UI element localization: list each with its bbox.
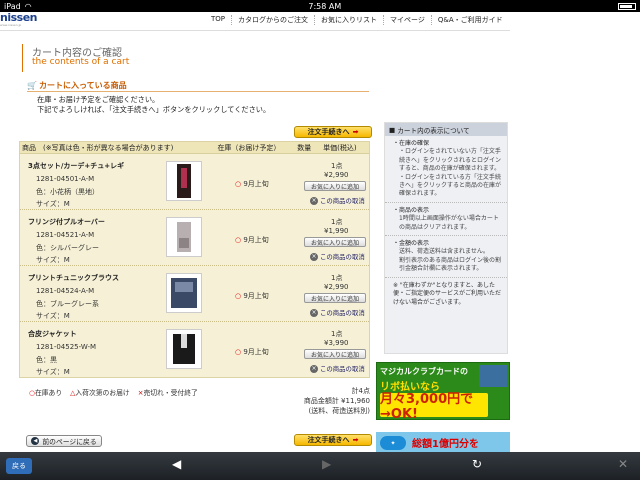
reload-icon[interactable]: ↻ [472,457,482,471]
in-stock-icon: ○ [235,180,242,188]
cart-totals: 計4点 商品金額計 ¥11,960 (送料、荷造送料別) [303,387,370,415]
table-row: プリントチュニックブラウス 1281-04524-A-M 色：ブルーグレー系 サ… [20,267,369,322]
sidebar-header: ■ カート内の表示について [385,123,507,136]
proceed-to-order-button[interactable]: 注文手続きへ ➡ [294,126,372,138]
battery-icon [617,2,636,10]
back-arrow-icon: ◀ [31,437,40,445]
status-bar: iPad ◠ 7:58 AM [0,0,640,12]
back-button[interactable]: ◀ 前のページに戻る [26,435,102,447]
top-nav: TOP カタログからのご注文 お気に入りリスト マイページ Q&A・ご利用ガイド [205,15,509,25]
in-stock-icon: ○ [235,292,242,300]
nav-top[interactable]: TOP [205,15,231,25]
section-divider [27,91,369,92]
product-name[interactable]: 3点セット/カーデ+チュ+レギ [28,161,124,171]
in-stock-icon: ○ [235,348,242,356]
add-to-favorites-button[interactable]: お気に入りに追加 [304,349,366,359]
forward-arrow-icon[interactable]: ▶ [322,457,331,471]
table-row: フリンジ付プルオーバー 1281-04521-A-M 色：シルバーグレー サイズ… [20,211,369,266]
product-name[interactable]: フリンジ付プルオーバー [28,217,105,227]
section-title: 🛒 カートに入っている商品 [27,81,127,90]
campaign-banner[interactable]: ✦ 総額1億円分を [376,432,510,454]
add-to-favorites-button[interactable]: お気に入りに追加 [304,237,366,247]
table-row: 合皮ジャケット 1281-04525-W-M 色：黒 サイズ：M ○ 9月上旬 … [28,329,366,376]
header-divider [0,30,510,31]
add-to-favorites-button[interactable]: お気に入りに追加 [304,293,366,303]
wifi-icon: ◠ [24,1,32,11]
back-arrow-icon[interactable]: ◀ [172,457,181,471]
browser-toolbar: 戻る ◀ ▶ ↻ ✕ [0,452,640,480]
nav-favorites[interactable]: お気に入りリスト [314,15,383,25]
proceed-to-order-button-bottom[interactable]: 注文手続きへ ➡ [294,434,372,446]
card-promo-banner[interactable]: マジカルクラブカードの リボ払いなら 月々3,000円で→OK! [376,362,510,422]
close-icon: × [310,196,318,205]
banner-image [479,365,507,387]
cart-icon: 🛒 [27,81,37,90]
title-accent-line [22,44,23,72]
nissen-logo[interactable]: nissen www.nissen.jp [0,12,44,30]
close-icon: × [310,364,318,373]
nav-mypage[interactable]: マイページ [383,15,431,25]
product-thumbnail[interactable] [166,217,202,257]
add-to-favorites-button[interactable]: お気に入りに追加 [304,181,366,191]
product-name[interactable]: 合皮ジャケット [28,329,77,339]
product-thumbnail[interactable] [166,273,202,313]
page-subtitle: the contents of a cart [32,57,130,67]
remove-item-link[interactable]: × この商品の取消 [310,196,365,205]
back-home-button[interactable]: 戻る [6,458,32,474]
nav-qa-guide[interactable]: Q&A・ご利用ガイド [430,15,509,25]
stock-legend: ○在庫あり △入荷次第のお届け ×売切れ・受付終了 [29,389,198,397]
arrow-right-icon: ➡ [352,436,359,444]
product-thumbnail[interactable] [166,329,202,369]
device-label: iPad [4,1,21,11]
sidebar-note: ※ "在庫わずか"となりますと、あした便・ご指定便のサービスがご利用いただけない… [393,281,502,306]
close-icon[interactable]: ✕ [618,457,628,471]
remove-item-link[interactable]: × この商品の取消 [310,308,365,317]
remove-item-link[interactable]: × この商品の取消 [310,364,365,373]
product-thumbnail[interactable] [166,161,202,201]
remove-item-link[interactable]: × この商品の取消 [310,252,365,261]
intro-text: 在庫・お届け予定をご確認ください。 下記でよろしければ、「注文手続きへ」ボタンを… [37,95,271,114]
close-icon: × [310,252,318,261]
product-name[interactable]: プリントチュニックブラウス [28,273,119,283]
arrow-right-icon: ➡ [352,128,359,136]
table-row: 3点セット/カーデ+チュ+レギ 1281-04501-A-M 色：小花柄（黒地）… [20,155,369,210]
table-header: 商品 (※写真は色・形が異なる場合があります) 在庫（お届け予定） 数量 単価(… [20,142,369,154]
square-icon: ■ [389,125,396,134]
campaign-logo-icon: ✦ [380,436,406,450]
clock: 7:58 AM [308,1,342,11]
cart-info-sidebar: ■ カート内の表示について ・在庫の確保 ・ログインをされていない方「注文手続き… [384,122,508,354]
cart-table: 商品 (※写真は色・形が異なる場合があります) 在庫（お届け予定） 数量 単価(… [19,141,370,378]
nav-catalog-order[interactable]: カタログからのご注文 [231,15,314,25]
in-stock-icon: ○ [235,236,242,244]
close-icon: × [310,308,318,317]
